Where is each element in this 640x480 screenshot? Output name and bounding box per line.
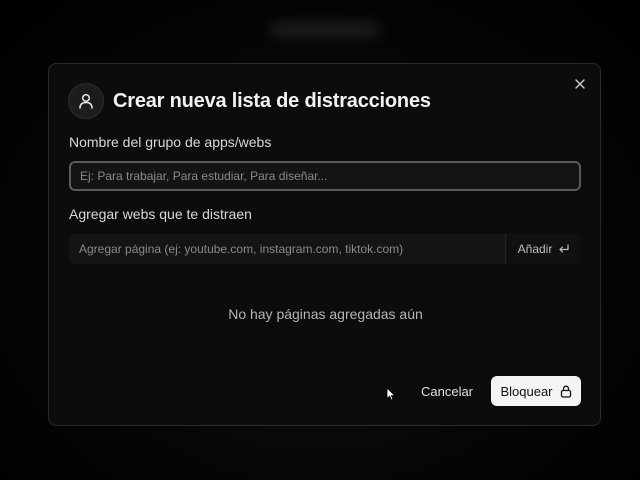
user-icon: [79, 93, 93, 109]
mouse-cursor-icon: [386, 387, 396, 401]
group-name-label: Nombre del grupo de apps/webs: [69, 134, 272, 150]
block-button-label: Bloquear: [500, 383, 553, 399]
close-icon: [575, 79, 585, 89]
add-web-button[interactable]: Añadir: [505, 234, 581, 264]
empty-state-message: No hay páginas agregadas aún: [228, 306, 423, 322]
modal-title: Crear nueva lista de distracciones: [113, 89, 431, 112]
close-button[interactable]: [572, 76, 588, 92]
enter-icon: [559, 244, 569, 253]
add-web-button-label: Añadir: [517, 242, 553, 256]
cancel-button[interactable]: Cancelar: [413, 376, 481, 406]
group-name-input[interactable]: [69, 161, 581, 191]
lock-icon: [560, 385, 571, 398]
cancel-button-label: Cancelar: [420, 383, 474, 399]
add-web-row: Añadir: [69, 234, 581, 264]
add-web-input[interactable]: [69, 234, 505, 264]
blurred-background-title: [270, 22, 380, 38]
create-distraction-list-modal: Crear nueva lista de distracciones Nombr…: [48, 63, 601, 426]
block-button[interactable]: Bloquear: [491, 376, 581, 406]
add-webs-label: Agregar webs que te distraen: [69, 206, 252, 222]
modal-header: Crear nueva lista de distracciones: [68, 83, 431, 119]
avatar: [68, 83, 104, 119]
